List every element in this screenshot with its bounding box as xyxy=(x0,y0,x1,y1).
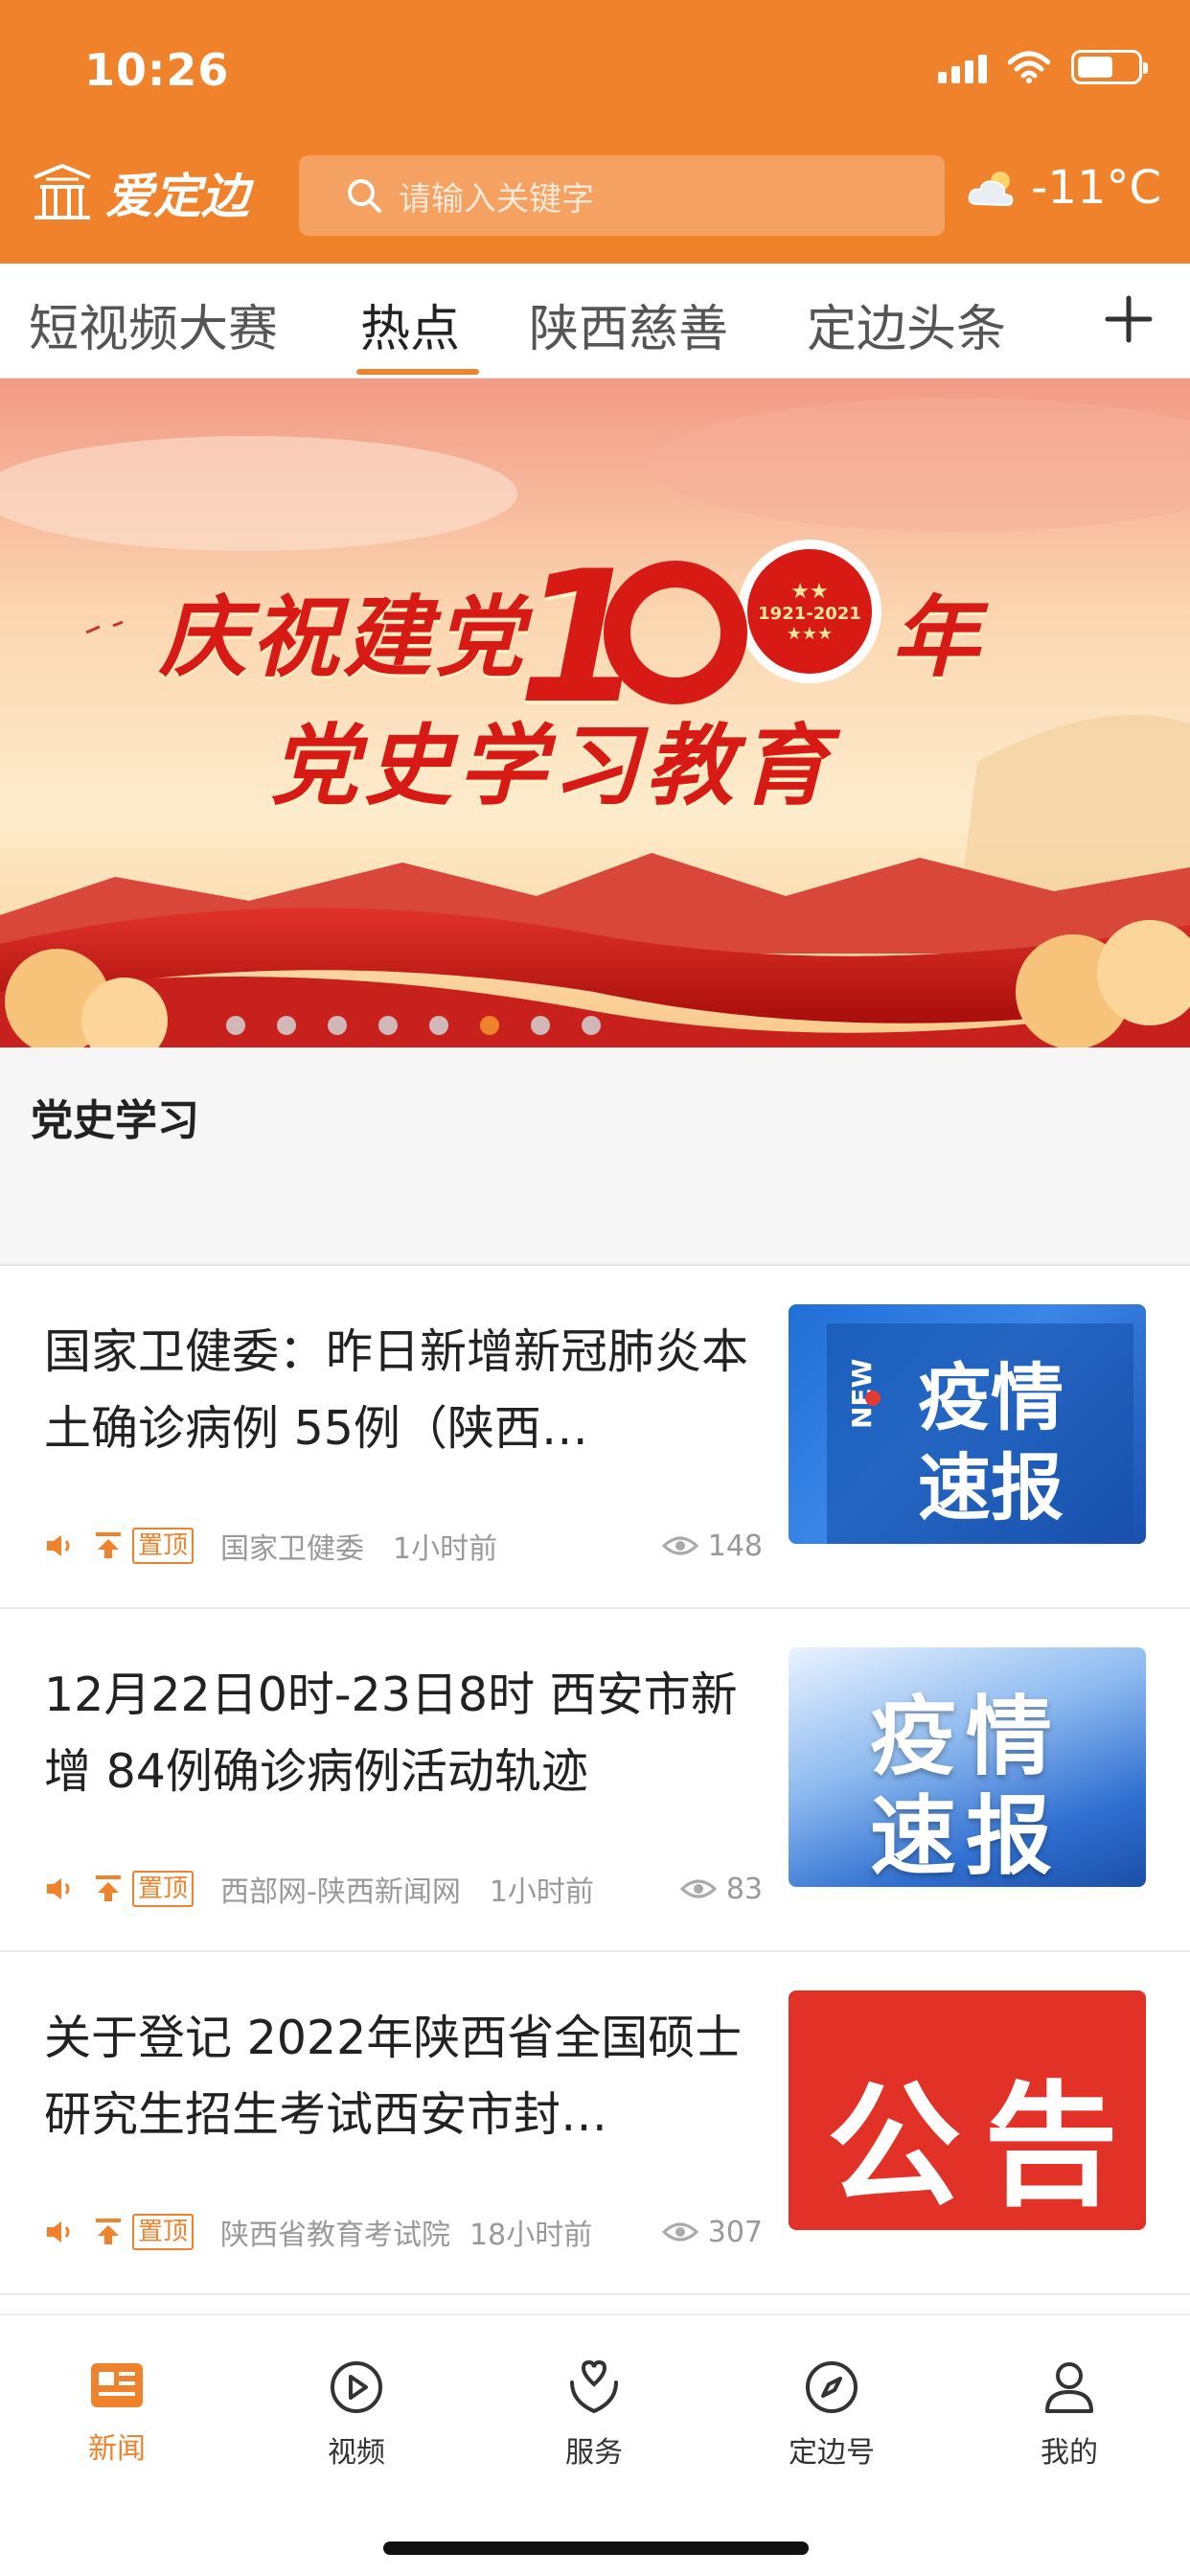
eye-icon xyxy=(661,1536,698,1555)
bottom-navigation: 新闻 视频 服务 定边号 我的 xyxy=(0,2313,1190,2576)
banner-title-line1: 庆祝建党 xyxy=(159,586,528,689)
red-dot-icon xyxy=(865,1391,881,1406)
news-view-count: 83 xyxy=(725,1872,763,1906)
section-title: 党史学习 xyxy=(31,1096,199,1145)
news-time: 18小时前 xyxy=(469,2219,593,2252)
nav-label: 新闻 xyxy=(88,2432,146,2466)
search-bar[interactable]: 请输入关键字 xyxy=(299,155,945,236)
nav-news[interactable]: 新闻 xyxy=(40,2359,194,2467)
news-thumbnail[interactable]: 疫情 速报 xyxy=(789,1647,1146,1887)
nav-label: 服务 xyxy=(565,2436,623,2470)
compass-icon xyxy=(806,2361,858,2413)
thumb-text-line1: 公告 xyxy=(827,2069,1142,2225)
carousel-dot[interactable] xyxy=(530,1016,550,1035)
person-icon xyxy=(1045,2362,1093,2413)
news-item[interactable]: 12月22日0时-23日8时 西安市新增 84例确诊病例活动轨迹 置顶 西部网-… xyxy=(0,1609,1190,1952)
eye-icon xyxy=(661,2222,698,2242)
signal-icon xyxy=(938,51,987,83)
carousel-dot-active[interactable] xyxy=(479,1016,499,1035)
tab-short-video[interactable]: 短视频大赛 xyxy=(29,288,278,360)
wifi-icon xyxy=(1008,51,1050,83)
speaker-icon[interactable] xyxy=(44,2219,75,2245)
active-tab-indicator xyxy=(356,369,479,375)
news-view-count: 307 xyxy=(707,2215,763,2249)
carousel-dot[interactable] xyxy=(581,1016,601,1035)
pinned-tag: 置顶 xyxy=(132,2214,195,2250)
thumb-text-line2: 速报 xyxy=(870,1786,1062,1887)
weather-temperature: -11°C xyxy=(1031,161,1161,215)
banner-title-line2: 党史学习教育 xyxy=(270,715,835,817)
nav-label: 视频 xyxy=(328,2436,385,2470)
pin-top-icon xyxy=(96,2219,121,2244)
news-meta: 置顶 陕西省教育考试院 18小时前 307 xyxy=(44,2211,763,2253)
heart-hand-icon xyxy=(570,2359,618,2414)
news-meta: 置顶 国家卫健委 1小时前 148 xyxy=(44,1525,763,1567)
pin-top-icon xyxy=(96,1532,121,1558)
nav-label: 定边号 xyxy=(789,2436,875,2470)
nav-service[interactable]: 服务 xyxy=(517,2359,671,2471)
eye-icon xyxy=(679,1879,717,1898)
status-icons xyxy=(938,50,1148,84)
news-source: 陕西省教育考试院 xyxy=(220,2219,451,2252)
news-source: 国家卫健委 xyxy=(220,1532,365,1566)
news-source: 西部网-陕西新闻网 xyxy=(220,1875,461,1909)
news-meta: 置顶 西部网-陕西新闻网 1小时前 83 xyxy=(44,1868,763,1910)
news-item[interactable]: 关于登记 2022年陕西省全国硕士研究生招生考试西安市封… 置顶 陕西省教育考试… xyxy=(0,1952,1190,2295)
cloud-sun-icon xyxy=(968,172,1014,207)
nav-profile[interactable]: 我的 xyxy=(993,2359,1146,2471)
thumb-text-line2: 速报 xyxy=(918,1445,1064,1530)
news-views: 307 xyxy=(661,2215,763,2249)
app-logo[interactable]: 爱定边 xyxy=(29,158,249,227)
news-view-count: 148 xyxy=(707,1529,763,1563)
section-party-history[interactable]: 党史学习 xyxy=(0,1047,1190,1266)
weather-widget[interactable]: -11°C xyxy=(966,161,1161,215)
nav-dingbian-account[interactable]: 定边号 xyxy=(755,2359,908,2471)
nav-video[interactable]: 视频 xyxy=(280,2359,433,2471)
speaker-icon[interactable] xyxy=(44,1875,75,1902)
news-views: 83 xyxy=(679,1872,763,1906)
news-time: 1小时前 xyxy=(489,1875,594,1909)
tab-shaanxi-charity[interactable]: 陕西慈善 xyxy=(529,288,728,360)
tab-hot[interactable]: 热点 xyxy=(360,288,460,360)
news-title: 关于登记 2022年陕西省全国硕士研究生招生考试西安市封… xyxy=(44,2011,743,2142)
pinned-tag: 置顶 xyxy=(132,1528,195,1564)
nav-label: 我的 xyxy=(1041,2436,1098,2470)
carousel-dots xyxy=(0,1016,1008,1035)
news-icon xyxy=(91,2363,143,2407)
news-item[interactable]: 国家卫健委：昨日新增新冠肺炎本土确诊病例 55例（陕西… 置顶 国家卫健委 1小… xyxy=(0,1266,1190,1609)
pin-top-icon xyxy=(96,1875,121,1901)
banner-zero-ring xyxy=(604,561,747,704)
status-time: 10:26 xyxy=(84,44,230,96)
tab-dingbian-headlines[interactable]: 定边头条 xyxy=(807,288,1006,360)
category-tabs: 短视频大赛 热点 陕西慈善 定边头条 xyxy=(0,264,1190,379)
play-icon xyxy=(331,2361,382,2413)
add-tab-icon[interactable] xyxy=(1102,292,1156,346)
battery-icon xyxy=(1071,50,1148,84)
carousel-dot[interactable] xyxy=(225,1016,245,1035)
logo-text: 爱定边 xyxy=(105,168,249,224)
banner-year-char: 年 xyxy=(891,586,980,689)
pavilion-logo-icon xyxy=(34,163,91,219)
carousel-dot[interactable] xyxy=(327,1016,347,1035)
pinned-tag: 置顶 xyxy=(132,1871,195,1907)
news-time: 1小时前 xyxy=(393,1532,498,1566)
home-indicator[interactable] xyxy=(383,2542,809,2555)
app-header: 10:26 爱定边 请输入关键字 -11°C xyxy=(0,0,1190,264)
news-thumbnail[interactable]: 公告 xyxy=(789,1990,1146,2230)
news-title: 国家卫健委：昨日新增新冠肺炎本土确诊病例 55例（陕西… xyxy=(44,1324,749,1456)
news-views: 148 xyxy=(661,1529,763,1563)
news-thumbnail[interactable]: NEW 疫情 速报 xyxy=(789,1304,1146,1544)
search-placeholder: 请输入关键字 xyxy=(399,179,594,218)
news-title: 12月22日0时-23日8时 西安市新增 84例确诊病例活动轨迹 xyxy=(44,1668,738,1799)
carousel-dot[interactable] xyxy=(428,1016,448,1035)
carousel-dot[interactable] xyxy=(378,1016,398,1035)
speaker-icon[interactable] xyxy=(44,1532,75,1559)
search-icon xyxy=(348,179,381,213)
carousel-dot[interactable] xyxy=(276,1016,296,1035)
banner-carousel[interactable]: 庆祝建党 1 ★★ 1921-2021 ★★★ 00 年 党史学习教育 xyxy=(0,379,1190,1047)
